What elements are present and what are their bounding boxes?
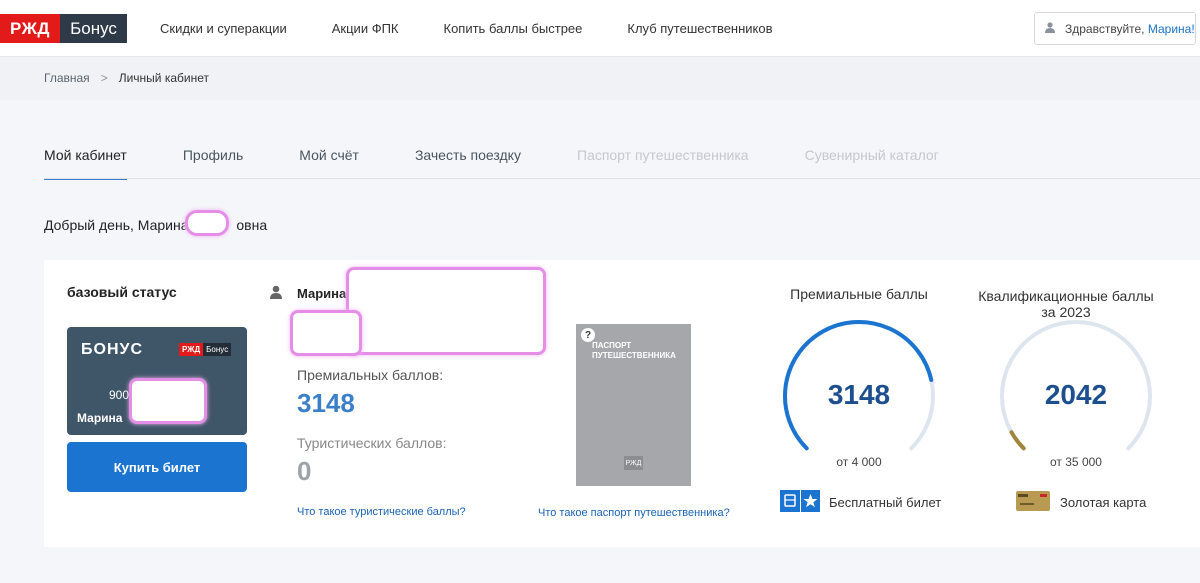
free-ticket-label: Бесплатный билет xyxy=(829,495,942,510)
top-nav: Скидки и суперакции Акции ФПК Копить бал… xyxy=(160,21,818,36)
gauge-progress-arc xyxy=(1009,430,1026,451)
redaction-mark xyxy=(290,310,362,356)
breadcrumb-current: Личный кабинет xyxy=(118,71,209,85)
welcome-suffix: овна xyxy=(236,217,268,233)
qualification-gauge-target: от 35 000 xyxy=(1050,455,1102,469)
tab-souvenir-catalog: Сувенирный каталог xyxy=(804,147,939,163)
premium-points-value: 3148 xyxy=(297,388,355,418)
rzd-logo-icon: РЖД xyxy=(624,456,643,470)
breadcrumb-home[interactable]: Главная xyxy=(44,71,90,85)
tabs-divider xyxy=(44,178,1200,179)
gold-card-reward: Золотая карта xyxy=(1016,490,1146,515)
bonus-card-logo: РЖД Бонус xyxy=(179,343,232,356)
tab-my-account[interactable]: Мой счёт xyxy=(299,147,359,180)
rzd-bonus-logo[interactable]: РЖД Бонус xyxy=(0,14,127,43)
welcome-prefix: Добрый день, Марина xyxy=(44,217,193,233)
user-icon xyxy=(270,285,282,304)
buy-ticket-button[interactable]: Купить билет xyxy=(67,442,247,492)
logo-bonus: Бонус xyxy=(60,14,127,43)
bonus-card-holder: Марина xyxy=(77,411,123,425)
status-title: базовый статус xyxy=(67,284,177,300)
premium-gauge-title: Премиальные баллы xyxy=(790,286,928,302)
redaction-mark xyxy=(129,378,207,424)
nav-fpk-promos[interactable]: Акции ФПК xyxy=(332,21,399,36)
main-content: Мой кабинет Профиль Мой счёт Зачесть пое… xyxy=(0,100,1200,583)
premium-points-label: Премиальных баллов: xyxy=(297,367,444,383)
user-greeting-button[interactable]: Здравствуйте, Марина! xyxy=(1034,12,1196,45)
qualification-gauge-value: 2042 xyxy=(1044,379,1108,410)
traveler-passport-image[interactable]: ? ПАСПОРТ ПУТЕШЕСТВЕННИКА РЖД xyxy=(576,324,691,486)
redaction-mark xyxy=(185,210,229,236)
tourist-points-help-link[interactable]: Что такое туристические баллы? xyxy=(297,506,466,518)
passport-help-link[interactable]: Что такое паспорт путешественника? xyxy=(538,507,730,519)
nav-discounts[interactable]: Скидки и суперакции xyxy=(160,21,287,36)
tab-traveler-passport: Паспорт путешественника xyxy=(576,147,749,163)
cabinet-tabs: Мой кабинет Профиль Мой счёт Зачесть пое… xyxy=(44,147,995,180)
ticket-star-icon xyxy=(780,490,820,515)
breadcrumb-band: Главная > Личный кабинет xyxy=(0,57,1200,100)
passport-title-line1: ПАСПОРТ xyxy=(592,341,632,350)
tourist-points-label: Туристических баллов: xyxy=(297,435,447,451)
tab-my-cabinet[interactable]: Мой кабинет xyxy=(44,147,127,180)
gold-card-label: Золотая карта xyxy=(1060,495,1147,510)
logo-rzd: РЖД xyxy=(0,14,60,43)
nav-travelers-club[interactable]: Клуб путешественников xyxy=(627,21,772,36)
tab-credit-trip[interactable]: Зачесть поездку xyxy=(415,147,521,180)
account-user-name: Марина xyxy=(297,286,347,301)
redaction-mark xyxy=(346,267,546,355)
bonus-card-number: 900 xyxy=(109,388,130,402)
top-header: РЖД Бонус Скидки и суперакции Акции ФПК … xyxy=(0,0,1200,57)
nav-earn-faster[interactable]: Копить баллы быстрее xyxy=(444,21,583,36)
bonus-card-logo-rzd: РЖД xyxy=(179,343,204,356)
user-icon xyxy=(1045,21,1055,36)
tab-profile[interactable]: Профиль xyxy=(183,147,243,180)
premium-gauge-target: от 4 000 xyxy=(836,455,882,469)
passport-title-line2: ПУТЕШЕСТВЕННИКА xyxy=(592,351,676,360)
help-icon[interactable]: ? xyxy=(581,328,595,342)
qualification-gauge-title: Квалификационные баллы за 2023 xyxy=(978,288,1154,320)
greeting-name: Марина! xyxy=(1147,21,1195,36)
breadcrumb-separator: > xyxy=(100,71,108,85)
bonus-card-logo-bonus: Бонус xyxy=(203,343,232,356)
passport-title: ПАСПОРТ ПУТЕШЕСТВЕННИКА xyxy=(592,341,676,361)
free-ticket-reward: Бесплатный билет xyxy=(780,490,941,515)
welcome-text: Добрый день, Марина овна xyxy=(44,217,267,233)
gold-card-icon xyxy=(1016,490,1050,515)
breadcrumb: Главная > Личный кабинет xyxy=(44,71,209,85)
tourist-points-value: 0 xyxy=(297,456,312,486)
premium-gauge-value: 3148 xyxy=(827,379,891,410)
greeting-prefix: Здравствуйте, xyxy=(1065,21,1145,36)
bonus-card-title: БОНУС xyxy=(81,341,144,358)
account-summary-card: базовый статус БОНУС РЖД Бонус 900 Марин… xyxy=(44,260,1200,547)
